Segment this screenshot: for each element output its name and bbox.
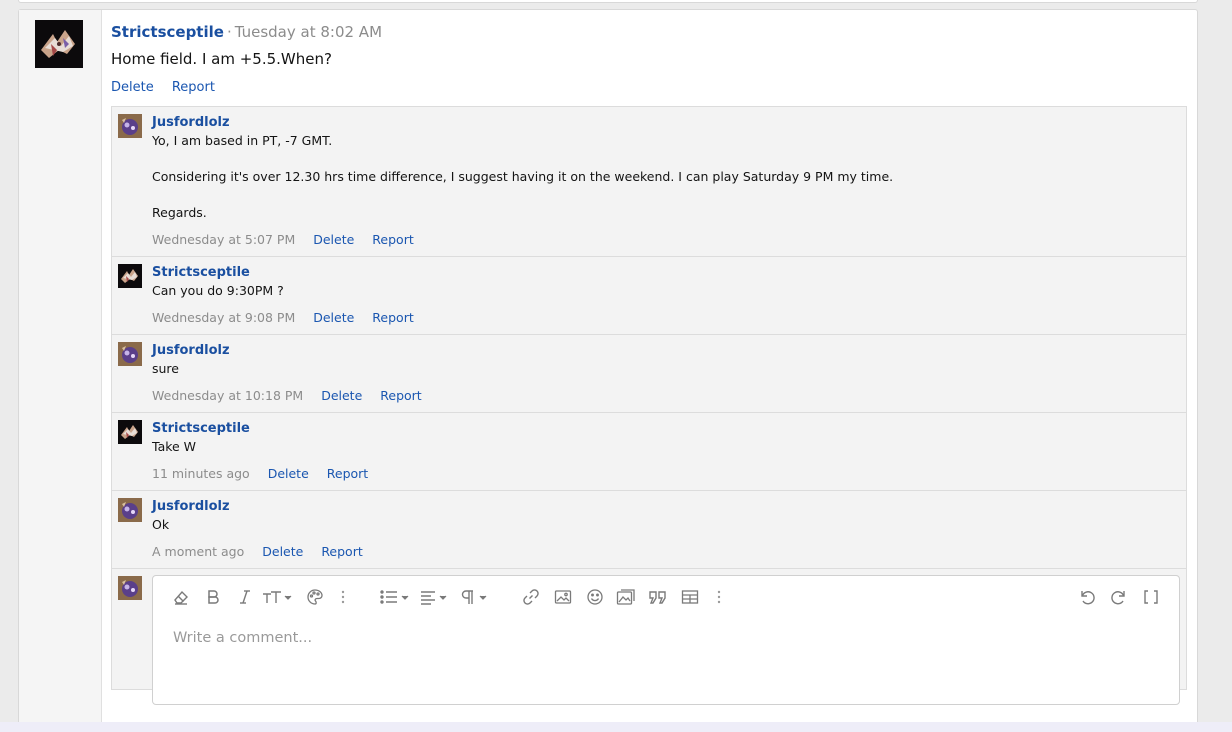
comment-editor[interactable]: Write a comment... xyxy=(152,575,1180,705)
bottom-bar xyxy=(0,722,1232,732)
delete-comment-button[interactable]: Delete xyxy=(262,544,303,559)
more-vertical-icon[interactable] xyxy=(715,586,723,608)
comment-date[interactable]: A moment ago xyxy=(152,544,244,559)
comment-meta: 11 minutes ago Delete Report xyxy=(152,466,1186,482)
comment-author[interactable]: Strictsceptile xyxy=(152,420,1186,438)
comment-author[interactable]: Strictsceptile xyxy=(152,264,1186,282)
quote-icon[interactable] xyxy=(647,586,669,608)
comment-date[interactable]: Wednesday at 10:18 PM xyxy=(152,388,303,403)
avatar[interactable] xyxy=(118,114,142,138)
comment-composer: Write a comment... xyxy=(112,569,1186,705)
comment-item: Jusfordlolz sure Wednesday at 10:18 PM D… xyxy=(112,335,1186,413)
avatar[interactable] xyxy=(118,498,142,522)
previous-post-edge xyxy=(18,0,1198,3)
report-comment-button[interactable]: Report xyxy=(327,466,368,481)
report-comment-button[interactable]: Report xyxy=(380,388,421,403)
profile-post: Strictsceptile · Tuesday at 8:02 AM Home f… xyxy=(18,9,1198,732)
fullscreen-icon[interactable] xyxy=(1141,586,1161,608)
report-post-button[interactable]: Report xyxy=(172,80,215,95)
comment-date[interactable]: Wednesday at 5:07 PM xyxy=(152,232,295,247)
editor-toolbar xyxy=(153,576,1179,620)
link-icon[interactable] xyxy=(521,586,541,608)
paragraph-icon[interactable] xyxy=(459,586,491,608)
post-body: Home field. I am +5.5.When? xyxy=(111,50,332,68)
list-icon[interactable] xyxy=(379,586,411,608)
more-vertical-icon[interactable] xyxy=(339,586,347,608)
comment-text: sure xyxy=(152,361,179,376)
comment-text: Take W xyxy=(152,439,197,454)
report-comment-button[interactable]: Report xyxy=(372,232,413,247)
comment-item: Jusfordlolz Yo, I am based in PT, -7 GMT… xyxy=(112,107,1186,257)
eraser-icon[interactable] xyxy=(171,586,191,608)
bold-icon[interactable] xyxy=(205,586,221,608)
align-icon[interactable] xyxy=(419,586,451,608)
delete-comment-button[interactable]: Delete xyxy=(313,310,354,325)
comment-text: Ok xyxy=(152,517,170,532)
post-header: Strictsceptile · Tuesday at 8:02 AM xyxy=(111,23,382,41)
delete-comment-button[interactable]: Delete xyxy=(268,466,309,481)
table-icon[interactable] xyxy=(679,586,701,608)
post-sidebar xyxy=(19,10,102,732)
comment-meta: Wednesday at 9:08 PM Delete Report xyxy=(152,310,1186,326)
avatar xyxy=(118,576,142,600)
comment-input[interactable]: Write a comment... xyxy=(173,630,312,646)
avatar[interactable] xyxy=(35,20,83,68)
separator: · xyxy=(226,23,232,41)
emoji-icon[interactable] xyxy=(585,586,605,608)
comment-item: Jusfordlolz Ok A moment ago Delete Repor… xyxy=(112,491,1186,569)
image-icon[interactable] xyxy=(553,586,573,608)
redo-icon[interactable] xyxy=(1109,586,1129,608)
comment-text: Can you do 9:30PM ? xyxy=(152,283,284,298)
delete-comment-button[interactable]: Delete xyxy=(321,388,362,403)
avatar[interactable] xyxy=(118,264,142,288)
comments-list: Jusfordlolz Yo, I am based in PT, -7 GMT… xyxy=(111,106,1187,705)
report-comment-button[interactable]: Report xyxy=(372,310,413,325)
avatar[interactable] xyxy=(118,420,142,444)
palette-icon[interactable] xyxy=(305,586,325,608)
comment-meta: Wednesday at 5:07 PM Delete Report xyxy=(152,232,1186,248)
comment-meta: A moment ago Delete Report xyxy=(152,544,1186,560)
comment-text: Yo, I am based in PT, -7 GMT. Considerin… xyxy=(152,133,894,220)
media-icon[interactable] xyxy=(615,586,637,608)
comment-date[interactable]: 11 minutes ago xyxy=(152,466,250,481)
comment-author[interactable]: Jusfordlolz xyxy=(152,342,1186,360)
comment-date[interactable]: Wednesday at 9:08 PM xyxy=(152,310,295,325)
post-time[interactable]: Tuesday at 8:02 AM xyxy=(235,23,382,41)
italic-icon[interactable] xyxy=(237,586,253,608)
comment-author[interactable]: Jusfordlolz xyxy=(152,498,1186,516)
comment-item: Strictsceptile Can you do 9:30PM ? Wedne… xyxy=(112,257,1186,335)
comment-author[interactable]: Jusfordlolz xyxy=(152,114,1186,132)
delete-comment-button[interactable]: Delete xyxy=(313,232,354,247)
delete-post-button[interactable]: Delete xyxy=(111,80,154,95)
comment-meta: Wednesday at 10:18 PM Delete Report xyxy=(152,388,1186,404)
text-size-icon[interactable] xyxy=(261,586,293,608)
post-author-link[interactable]: Strictsceptile xyxy=(111,23,224,41)
report-comment-button[interactable]: Report xyxy=(321,544,362,559)
post-actions: Delete Report xyxy=(111,80,229,95)
comment-item: Strictsceptile Take W 11 minutes ago Del… xyxy=(112,413,1186,491)
avatar[interactable] xyxy=(118,342,142,366)
undo-icon[interactable] xyxy=(1077,586,1097,608)
